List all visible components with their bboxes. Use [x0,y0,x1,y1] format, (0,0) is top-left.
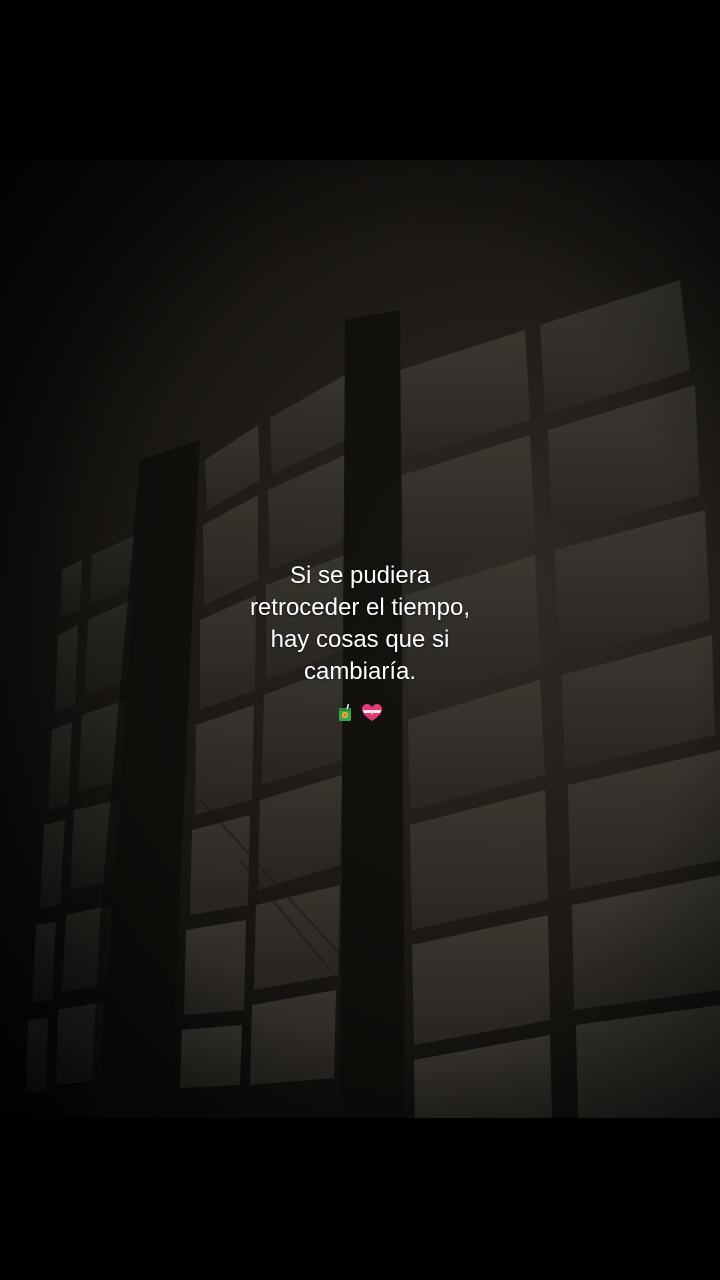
emoji-row [0,703,720,726]
juice-box-icon [338,703,356,726]
story-viewer: Si se pudiera retroceder el tiempo, hay … [0,0,720,1280]
caption-line-4: cambiaría. [303,658,417,685]
caption-line-1: Si se pudiera [289,562,431,589]
caption-line-3: hay cosas que si [270,626,450,653]
heart-with-ribbon-icon [361,704,382,726]
caption-line-2: retroceder el tiempo, [249,594,471,621]
story-caption: Si se pudiera retroceder el tiempo, hay … [160,560,560,688]
